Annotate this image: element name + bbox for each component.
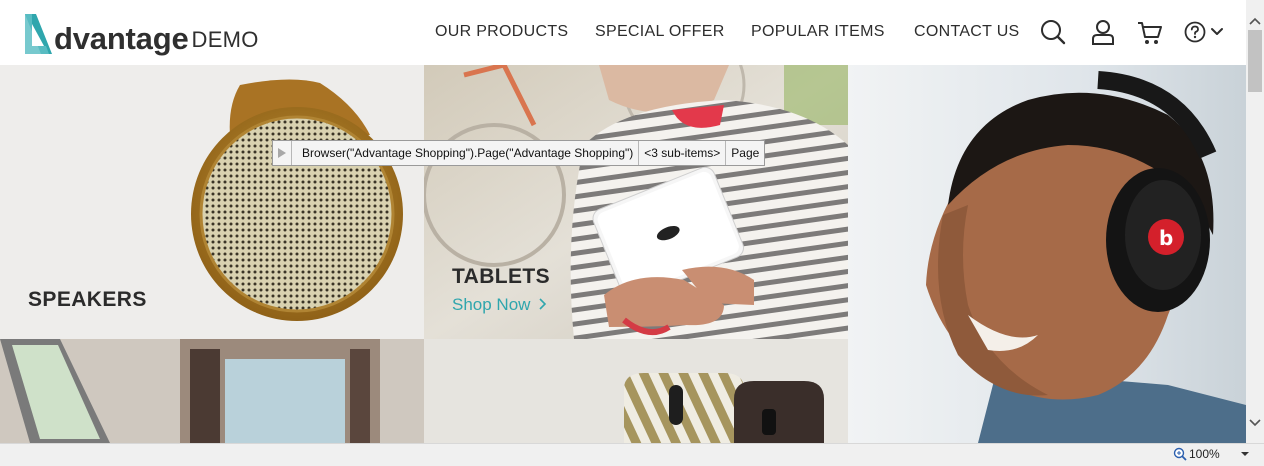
mice-image xyxy=(624,373,824,443)
logo-a-icon xyxy=(25,14,52,54)
zoom-control[interactable]: 100% xyxy=(1173,447,1250,461)
shop-now-label: Shop Now xyxy=(452,295,531,314)
laptops-tile[interactable] xyxy=(0,339,424,443)
tablets-title[interactable]: TABLETS xyxy=(452,265,550,289)
logo-text: dvantage xyxy=(54,21,189,56)
logo[interactable]: dvantage DEMO xyxy=(22,10,259,56)
mice-tile[interactable] xyxy=(424,339,848,443)
zoom-level: 100% xyxy=(1189,447,1220,461)
tooltip-type: Page xyxy=(725,141,765,165)
zoom-icon xyxy=(1173,447,1187,461)
svg-text:b: b xyxy=(1159,226,1173,250)
speakers-tile[interactable]: SPEAKERS xyxy=(0,65,424,339)
vertical-scrollbar[interactable] xyxy=(1246,0,1264,443)
nav-special-offer[interactable]: SPECIAL OFFER xyxy=(595,23,725,41)
nav-popular-items[interactable]: POPULAR ITEMS xyxy=(751,23,885,41)
scroll-up-icon[interactable] xyxy=(1246,12,1264,30)
shop-now-link[interactable]: Shop Now xyxy=(452,295,548,315)
status-bar: 100% xyxy=(0,443,1264,466)
headphones-tile[interactable]: b xyxy=(848,65,1246,443)
site-header: dvantage DEMO OUR PRODUCTS SPECIAL OFFER… xyxy=(0,0,1246,65)
user-icon[interactable] xyxy=(1091,18,1115,46)
logo-demo-text: DEMO xyxy=(191,27,259,52)
chevron-right-icon xyxy=(539,298,547,310)
chevron-down-icon[interactable] xyxy=(1210,27,1224,37)
laptop-image xyxy=(0,339,424,443)
scrollbar-thumb[interactable] xyxy=(1248,30,1262,92)
play-icon xyxy=(278,148,286,158)
tablets-tile[interactable]: TABLETS Shop Now xyxy=(424,65,848,339)
object-tooltip: Browser("Advantage Shopping").Page("Adva… xyxy=(272,140,766,166)
tooltip-sub-items: <3 sub-items> xyxy=(638,141,726,165)
category-grid: SPEAKERS TABLETS Shop Now b xyxy=(0,65,1246,443)
scroll-down-icon[interactable] xyxy=(1246,414,1264,432)
nav-our-products[interactable]: OUR PRODUCTS xyxy=(435,23,568,41)
help-icon[interactable] xyxy=(1184,21,1206,43)
dropdown-arrow-icon[interactable] xyxy=(1240,450,1250,458)
tooltip-path: Browser("Advantage Shopping").Page("Adva… xyxy=(291,141,639,165)
search-icon[interactable] xyxy=(1040,18,1066,46)
cart-icon[interactable] xyxy=(1136,18,1164,46)
speakers-title[interactable]: SPEAKERS xyxy=(28,288,147,312)
tooltip-arrow[interactable] xyxy=(273,141,291,165)
headphones-image: b xyxy=(848,65,1246,443)
nav-contact-us[interactable]: CONTACT US xyxy=(914,23,1020,41)
